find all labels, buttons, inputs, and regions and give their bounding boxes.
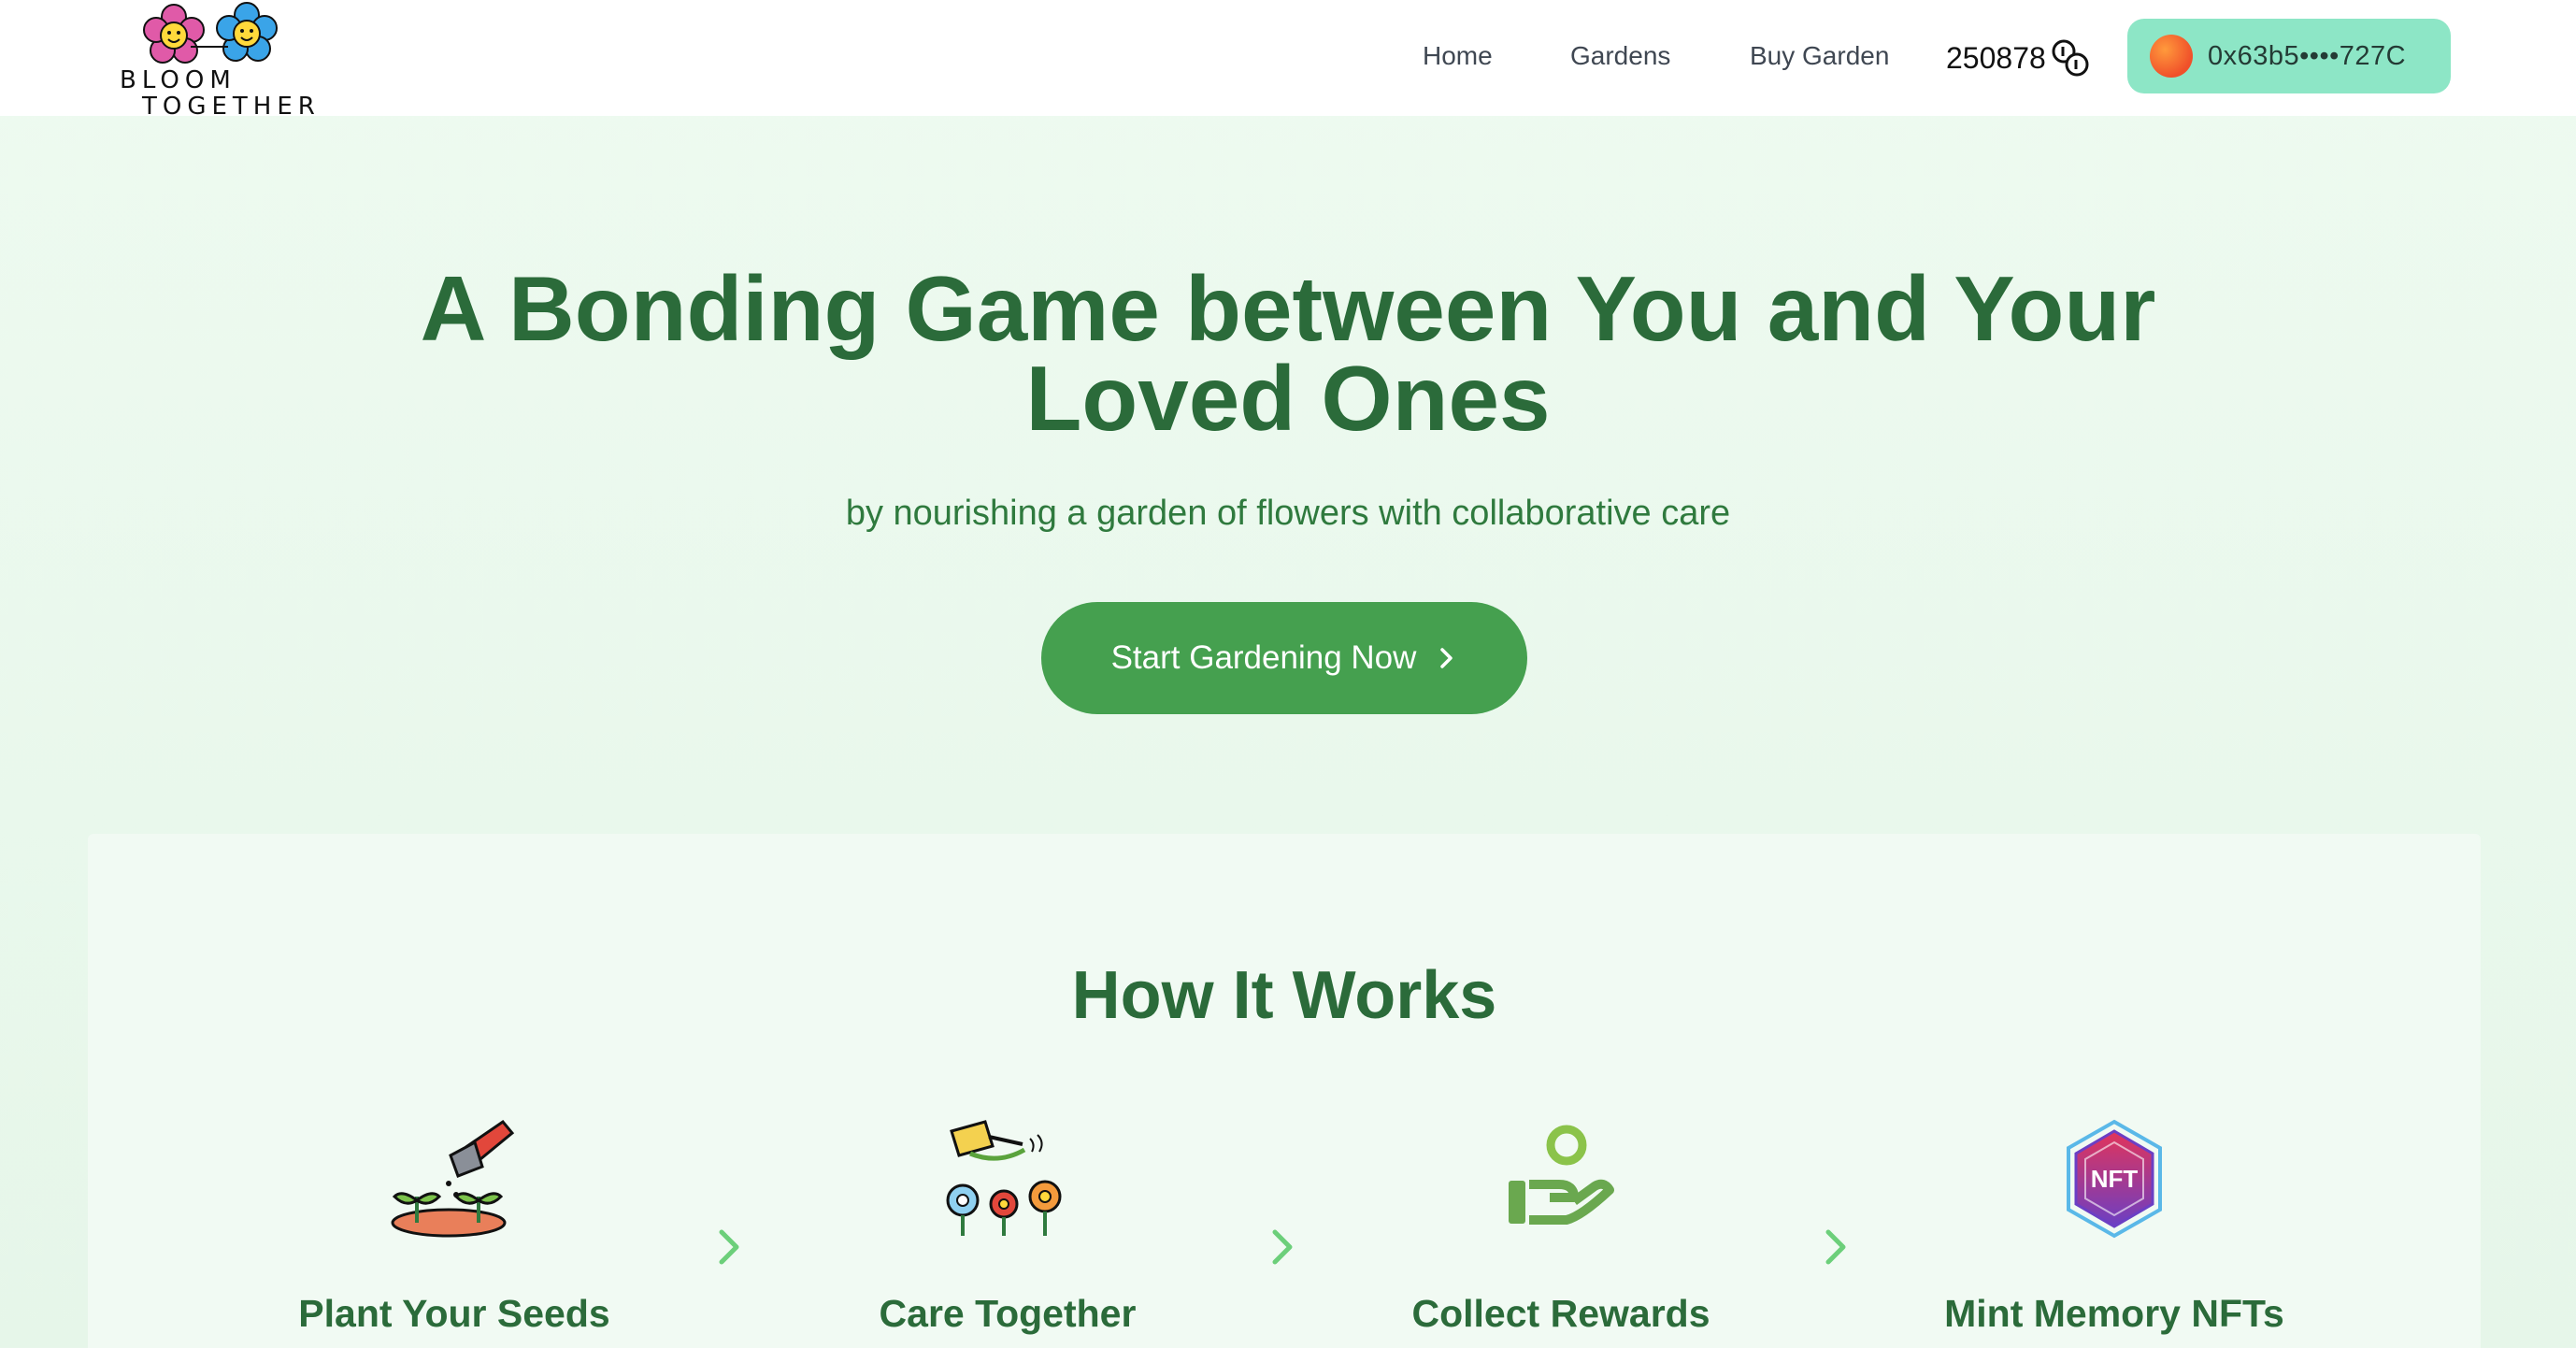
flowers-logo-icon [143,2,278,64]
token-balance: 250878 [1946,37,2091,79]
how-it-works-section: How It Works Plant Your Seeds Care Toget… [88,834,2481,1348]
coins-icon [2052,39,2089,77]
nft-badge-icon: NFT [2067,1119,2162,1239]
balance-value: 250878 [1946,40,2046,75]
wallet-button[interactable]: 0x63b5••••727C [2127,19,2451,93]
hero-subtitle: by nourishing a garden of flowers with c… [845,494,1731,533]
how-it-works-title: How It Works [1071,958,1497,1033]
step-label: Collect Rewards [1411,1292,1710,1335]
hero-title: A Bonding Game between You and Your Love… [420,257,2156,450]
step-label: Plant Your Seeds [298,1292,610,1335]
plant-seeds-icon [391,1119,515,1238]
wallet-avatar [2150,35,2193,78]
chevron-right-icon [719,1229,739,1265]
hand-coin-icon [1509,1125,1614,1225]
logo-line-1: BLOOM [120,66,236,94]
step-label: Care Together [879,1292,1137,1335]
watering-flowers-icon [946,1120,1062,1236]
nav-buy-garden-link[interactable]: Buy Garden [1750,41,1889,71]
bloom-together-logo[interactable]: BLOOM TOGETHER [116,0,321,121]
step-collect-rewards: Collect Rewards [1337,1118,1785,1336]
nav-home-link[interactable]: Home [1423,41,1493,71]
chevron-right-icon [1440,648,1453,668]
wallet-address: 0x63b5••••727C [2208,40,2407,71]
top-header: BLOOM TOGETHER Home Gardens Buy Garden 2… [0,0,2576,120]
step-plant-seeds: Plant Your Seeds [230,1118,679,1336]
step-label: Mint Memory NFTs [1944,1292,2284,1335]
start-gardening-button[interactable]: Start Gardening Now [1041,602,1527,714]
step-mint-nfts: NFT Mint Memory NFTs [1890,1118,2339,1336]
chevron-right-icon [1825,1229,1846,1265]
cta-label: Start Gardening Now [1110,639,1417,676]
logo-line-2: TOGETHER [142,93,321,121]
svg-text:NFT: NFT [2091,1165,2139,1193]
nav-gardens-link[interactable]: Gardens [1570,41,1670,71]
chevron-right-icon [1272,1229,1293,1265]
logo-wordmark: BLOOM TOGETHER [120,66,321,121]
step-care-together: Care Together [783,1118,1232,1336]
